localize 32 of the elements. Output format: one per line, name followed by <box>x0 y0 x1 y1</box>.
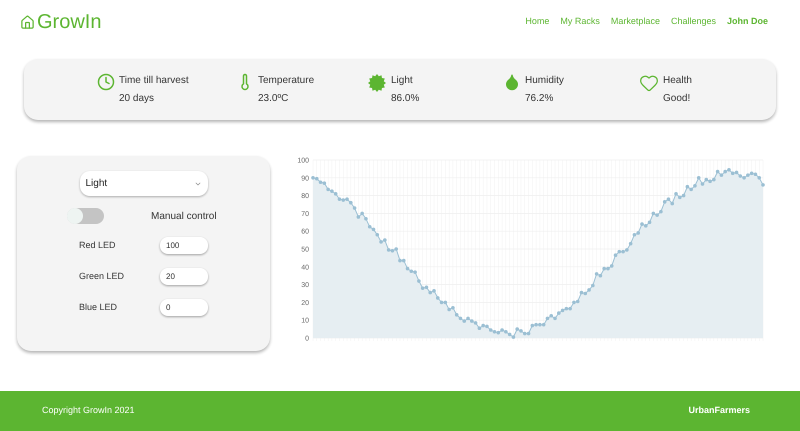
stat-value: Good! <box>663 92 692 106</box>
toggle-switch[interactable] <box>67 208 104 224</box>
brand-text: UrbanFarmers <box>688 404 750 418</box>
heart-icon <box>639 73 659 93</box>
stat-value: 20 days <box>119 92 156 106</box>
copyright-text: Copyright GrowIn 2021 <box>42 404 135 418</box>
stat-label: Time till harvest <box>119 74 189 88</box>
house-icon <box>20 14 35 30</box>
led-input[interactable]: 0 <box>160 299 208 316</box>
led-label: Green LED <box>79 270 126 283</box>
nav-link[interactable]: Marketplace <box>610 15 660 29</box>
led-input[interactable]: 20 <box>160 268 208 285</box>
stat-label: Humidity <box>525 74 564 88</box>
sun-icon <box>367 73 387 93</box>
toggle-label: Manual control <box>151 210 217 224</box>
stat-value: 86.0% <box>391 92 420 106</box>
stat-value: 76.2% <box>525 92 554 106</box>
led-label: Red LED <box>79 238 117 252</box>
stat-label: Light <box>391 74 414 88</box>
nav-link[interactable]: My Racks <box>560 15 600 29</box>
logo[interactable]: GrowIn <box>37 7 102 37</box>
droplet-icon <box>503 73 521 91</box>
nav-link[interactable]: Challenges <box>670 15 716 29</box>
stat-value: 23.0ºC <box>258 92 290 106</box>
clock-icon <box>97 73 115 91</box>
nav-link[interactable]: Home <box>525 15 550 29</box>
select-dropdown[interactable]: Light <box>80 171 208 196</box>
stat-label: Temperature <box>258 74 314 88</box>
stat-label: Health <box>663 74 692 88</box>
user-link[interactable]: John Doe <box>726 15 768 29</box>
led-label: Blue LED <box>79 300 118 314</box>
led-input[interactable]: 100 <box>160 237 208 254</box>
